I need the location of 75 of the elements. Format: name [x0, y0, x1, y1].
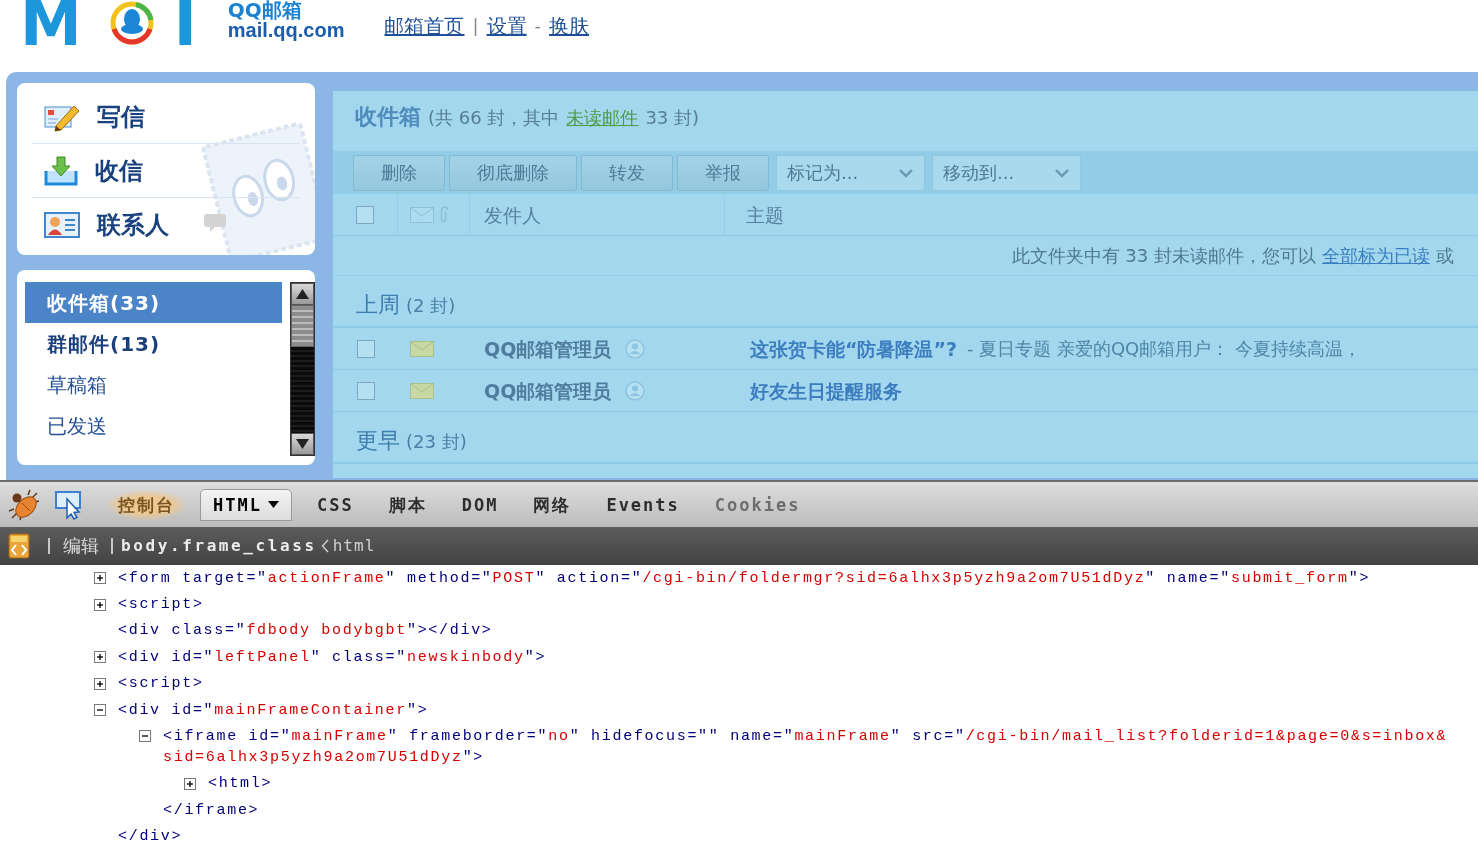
devtools-tab[interactable]: Events: [596, 489, 690, 520]
code-line[interactable]: </div>: [118, 826, 183, 848]
paperclip-icon: [440, 205, 449, 224]
folder-title: 收件箱: [355, 103, 421, 131]
scroll-up-button[interactable]: [291, 283, 314, 305]
devtools-tab[interactable]: 控制台: [108, 489, 185, 520]
chevron-left-icon: [320, 539, 329, 553]
code-line[interactable]: <html>: [208, 773, 273, 795]
checkbox[interactable]: [356, 339, 375, 358]
up-arrow-icon: [296, 289, 309, 299]
collapse-toggle-icon[interactable]: [139, 730, 151, 743]
expand-toggle-icon[interactable]: [184, 777, 196, 790]
code-line[interactable]: <div class="fdbody bodybgbt"></div>: [118, 620, 493, 642]
download-tray-icon: [44, 155, 78, 186]
code-line[interactable]: <script>: [118, 594, 204, 616]
chevron-down-icon: [1054, 167, 1070, 178]
checkbox[interactable]: [356, 381, 375, 400]
group-count: (2 封): [406, 294, 456, 318]
action-link[interactable]: 收信: [95, 155, 143, 186]
nav-link[interactable]: 设置: [486, 13, 527, 39]
nav-link[interactable]: 换肤: [549, 13, 590, 39]
person-circle-icon: [625, 380, 646, 401]
folder-item[interactable]: 收件箱(33): [25, 282, 282, 323]
edit-button[interactable]: 编辑: [63, 534, 99, 558]
devtools-tab[interactable]: 脚本: [378, 489, 437, 520]
bug-icon[interactable]: [8, 488, 40, 521]
nav-link[interactable]: 邮箱首页: [384, 13, 465, 39]
expand-toggle-icon[interactable]: [94, 677, 106, 690]
code-line[interactable]: <form target="actionFrame" method="POST" action="/cgi-bin/foldermgr?sid=6alhx3p5yzh9a2om7U51dDyz" name="submit_form">: [118, 567, 1371, 589]
notice-text: 此文件夹中有 33 封未读邮件，您可以: [1011, 243, 1316, 268]
envelope-icon: [410, 206, 434, 223]
notice-text: 或: [1436, 243, 1454, 268]
breadcrumb[interactable]: html: [332, 535, 376, 557]
code-line[interactable]: <script>: [118, 673, 204, 695]
nav-separator: |: [472, 14, 479, 38]
code-line[interactable]: <div id="mainFrameContainer">: [118, 699, 429, 721]
devtools-tab[interactable]: HTML: [200, 488, 292, 521]
breadcrumb[interactable]: body.frame_class: [121, 535, 317, 557]
folder-item[interactable]: 草稿箱: [25, 364, 282, 405]
checkbox[interactable]: [356, 205, 374, 224]
folder-item[interactable]: 已发送: [25, 405, 282, 446]
expand-toggle-icon[interactable]: [94, 651, 106, 664]
summary-text: 33 封): [645, 106, 700, 130]
chevron-down-icon: [898, 167, 914, 178]
expand-toggle-icon[interactable]: [94, 572, 106, 585]
group-count: (23 封): [406, 430, 467, 454]
contact-card-icon: [44, 211, 80, 239]
logo-letter: I: [173, 0, 197, 48]
group-label: 上周: [356, 292, 400, 318]
summary-text: (共 66 封，其中: [428, 106, 560, 130]
code-tags-icon: [8, 533, 30, 559]
sender-name: QQ邮箱管理员: [484, 336, 612, 361]
scrollbar-thumb[interactable]: [291, 305, 314, 347]
nav-separator: -: [534, 14, 542, 38]
preview-text: - 夏日专题 亲爱的QQ邮箱用户： 今夏持续高温，: [967, 336, 1361, 361]
scroll-down-button[interactable]: [291, 433, 314, 455]
devtools-tab[interactable]: 网络: [523, 489, 582, 520]
brand-name: QQ邮箱: [227, 0, 303, 20]
code-line[interactable]: <iframe id="mainFrame" frameborder="no" hidefocus="" name="mainFrame" src="/cgi-bin/mail_list?folderid=1&page=0&s=inbox&sid=6alhx3p5yzh9a2om7U51dDyz">: [163, 725, 1453, 768]
group-label: 更早: [356, 428, 400, 454]
code-line[interactable]: </iframe>: [163, 799, 260, 821]
folder-item[interactable]: 群邮件(13): [25, 323, 282, 364]
devtools-tab[interactable]: DOM: [451, 489, 509, 520]
person-circle-icon: [625, 338, 646, 359]
action-link[interactable]: 写信: [97, 101, 145, 132]
logo-letter: M: [20, 0, 82, 48]
sender-name: QQ邮箱管理员: [484, 378, 612, 403]
action-link[interactable]: 联系人: [97, 210, 169, 240]
brand-domain: mail.qq.com: [227, 20, 345, 40]
expand-toggle-icon[interactable]: [94, 598, 106, 611]
collapse-toggle-icon[interactable]: [94, 704, 106, 717]
scrollbar[interactable]: [290, 282, 315, 456]
down-arrow-icon: [296, 439, 309, 449]
devtools-tab[interactable]: CSS: [306, 489, 364, 520]
code-line[interactable]: <div id="leftPanel" class="newskinbody">: [118, 646, 547, 668]
